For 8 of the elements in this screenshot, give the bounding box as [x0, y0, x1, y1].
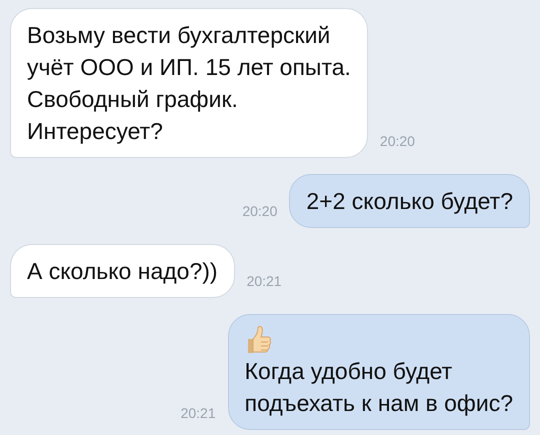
message-time: 20:20 — [380, 132, 415, 151]
message-text: Когда удобно будет подъехать к нам в офис? — [244, 357, 513, 418]
message-time: 20:21 — [180, 404, 216, 423]
message-time: 20:20 — [242, 202, 278, 221]
message-text: 2+2 сколько будет? — [306, 187, 513, 216]
message-text: А сколько надо?)) — [27, 257, 218, 286]
message-text: Возьму вести бухгалтерский учёт ООО и ИП. 15 лет опыта. Свободный график. Интересует? — [27, 21, 351, 146]
message-time: 20:21 — [246, 272, 282, 291]
